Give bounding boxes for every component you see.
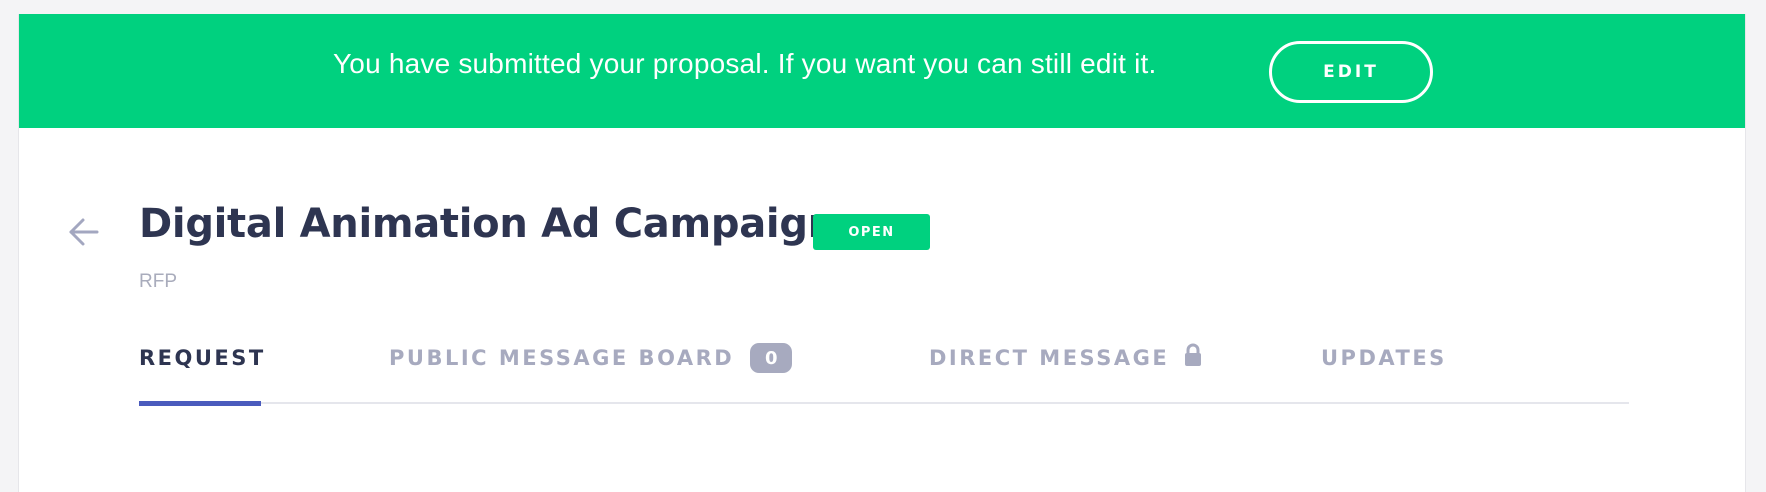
tab-label: PUBLIC MESSAGE BOARD: [389, 346, 735, 370]
status-badge: OPEN: [813, 214, 930, 250]
message-count-badge: 0: [750, 343, 793, 373]
tab-public-message-board[interactable]: PUBLIC MESSAGE BOARD 0: [389, 343, 793, 404]
submitted-banner: You have submitted your proposal. If you…: [19, 14, 1745, 128]
main-card: You have submitted your proposal. If you…: [18, 14, 1746, 492]
tab-label: UPDATES: [1321, 346, 1447, 370]
banner-message: You have submitted your proposal. If you…: [333, 48, 1157, 79]
page-title: Digital Animation Ad Campaign: [139, 201, 836, 247]
tab-updates[interactable]: UPDATES: [1321, 344, 1447, 404]
arrow-left-icon[interactable]: [67, 215, 101, 249]
tab-label: DIRECT MESSAGE: [929, 346, 1170, 370]
tab-label: REQUEST: [139, 346, 266, 370]
lock-icon: [1185, 343, 1202, 366]
active-tab-indicator: [139, 401, 261, 406]
tab-bar: REQUEST PUBLIC MESSAGE BOARD 0 DIRECT ME…: [139, 343, 1629, 406]
page-subtitle: RFP: [139, 271, 177, 292]
tab-direct-message[interactable]: DIRECT MESSAGE: [929, 343, 1203, 404]
tab-request[interactable]: REQUEST: [139, 344, 266, 406]
edit-button[interactable]: EDIT: [1269, 41, 1433, 103]
